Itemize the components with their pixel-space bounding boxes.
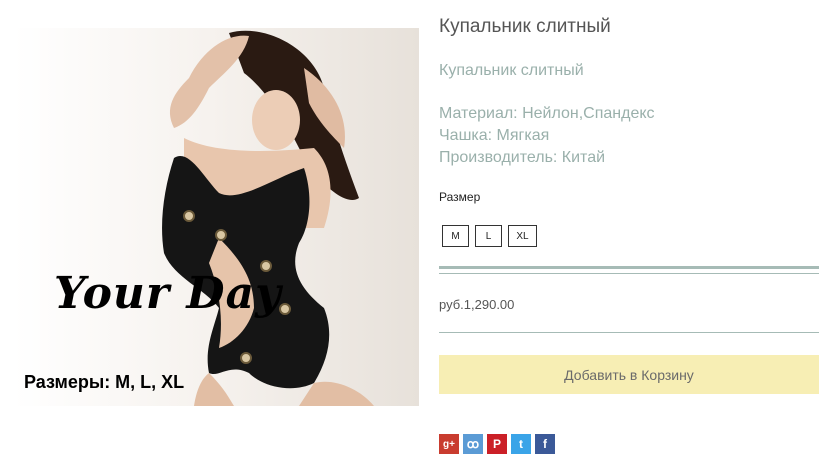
size-option-m[interactable]: M xyxy=(442,225,469,247)
twitter-icon[interactable]: t xyxy=(511,434,531,454)
product-details: Купальник слитный Купальник слитный Мате… xyxy=(439,0,821,458)
size-option-l[interactable]: L xyxy=(475,225,502,247)
pinterest-icon[interactable]: P xyxy=(487,434,507,454)
image-sizes-caption: Размеры: M, L, XL xyxy=(24,372,185,392)
size-label: Размер xyxy=(439,190,481,204)
product-manufacturer: Производитель: Китай xyxy=(439,149,606,166)
product-cup: Чашка: Мягкая xyxy=(439,127,550,144)
product-title: Купальник слитный xyxy=(439,16,611,37)
google-plus-icon[interactable]: g+ xyxy=(439,434,459,454)
product-image[interactable]: Your Day Размеры: M, L, XL xyxy=(14,28,419,406)
product-material: Материал: Нейлон,Спандекс xyxy=(439,105,655,122)
product-price: руб.1,290.00 xyxy=(439,297,515,312)
odnoklassniki-icon[interactable]: ꝏ xyxy=(463,434,483,454)
product-subtitle: Купальник слитный xyxy=(439,62,584,79)
divider xyxy=(439,332,819,333)
social-share: g+ ꝏ P t f xyxy=(439,434,555,454)
add-to-cart-button[interactable]: Добавить в Корзину xyxy=(439,355,819,394)
brand-watermark: Your Day xyxy=(54,268,282,319)
divider xyxy=(439,266,819,269)
facebook-icon[interactable]: f xyxy=(535,434,555,454)
size-options: M L XL xyxy=(442,225,537,247)
size-option-xl[interactable]: XL xyxy=(508,225,537,247)
divider xyxy=(439,273,819,274)
model-photo xyxy=(162,30,374,406)
